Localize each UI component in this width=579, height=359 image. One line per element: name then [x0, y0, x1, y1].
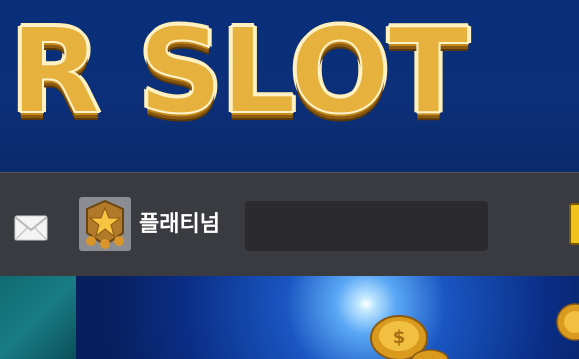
site-logo[interactable]: R SLOT [9, 11, 470, 131]
site-header: R SLOT [0, 0, 579, 172]
coin-icon [556, 303, 579, 341]
username-redacted [245, 201, 488, 251]
banner-side-panel [0, 276, 76, 359]
coin-icon [411, 349, 449, 359]
mail-icon[interactable] [14, 215, 48, 241]
action-button[interactable] [569, 203, 579, 245]
banner-main-panel [76, 276, 579, 359]
svg-text:$: $ [393, 327, 406, 348]
rank-label: 플래티넘 [139, 212, 220, 237]
promo-banner[interactable]: $ [0, 276, 579, 359]
rank-badge-icon [79, 197, 131, 251]
